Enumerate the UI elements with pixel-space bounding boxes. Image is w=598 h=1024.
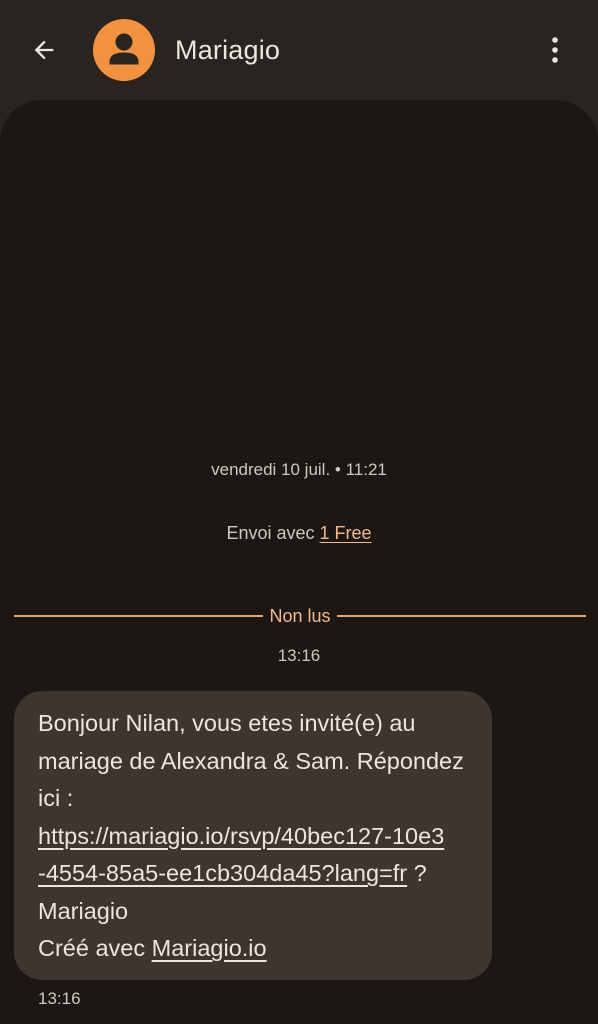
sim-info: Envoi avec 1 Free xyxy=(0,523,598,544)
unread-timestamp: 13:16 xyxy=(277,646,321,665)
signature-prefix: Créé avec xyxy=(38,935,152,961)
person-avatar-icon xyxy=(109,33,139,65)
more-options-button[interactable] xyxy=(535,30,575,70)
date-header: vendredi 10 juil. • 11:21 xyxy=(211,460,387,479)
back-button[interactable] xyxy=(24,30,64,70)
unread-label: Non lus xyxy=(269,605,331,626)
link-suffix: ? xyxy=(407,860,427,886)
sim-prefix: Envoi avec xyxy=(226,523,320,543)
rsvp-link-line-1: https://mariagio.io/rsvp/40bec127-10e3 xyxy=(38,818,468,856)
more-vert-icon xyxy=(552,37,558,63)
sim-link[interactable]: 1 Free xyxy=(320,523,372,543)
rsvp-link-line-2: -4554-85a5-ee1cb304da45?lang=fr ? xyxy=(38,855,468,893)
top-app-bar: Mariagio xyxy=(0,0,598,100)
signature-link[interactable]: Mariagio.io xyxy=(152,935,267,961)
message-line: Mariagio xyxy=(38,897,129,924)
arrow-back-icon xyxy=(34,40,54,60)
conversation-thread[interactable]: vendredi 10 juil. • 11:21 Envoi avec 1 F… xyxy=(0,100,598,1024)
rsvp-link-continued[interactable]: -4554-85a5-ee1cb304da45?lang=fr xyxy=(38,860,407,886)
rsvp-link[interactable]: https://mariagio.io/rsvp/40bec127-10e3 xyxy=(38,823,444,849)
unread-divider: Non lus xyxy=(14,604,586,628)
divider-line-right xyxy=(336,615,586,617)
contact-avatar[interactable] xyxy=(93,19,155,81)
message-bubble[interactable]: Bonjour Nilan, vous etes invité(e) au ma… xyxy=(14,691,492,980)
signature-line: Créé avec Mariagio.io xyxy=(38,930,468,968)
message-line: ici : xyxy=(38,785,74,811)
contact-name[interactable]: Mariagio xyxy=(175,35,280,66)
divider-line-left xyxy=(14,615,264,617)
message-timestamp: 13:16 xyxy=(38,989,81,1008)
message-line: mariage de Alexandra & Sam. Répondez xyxy=(38,747,464,774)
message-line: Bonjour Nilan, vous etes invité(e) au xyxy=(38,710,416,736)
